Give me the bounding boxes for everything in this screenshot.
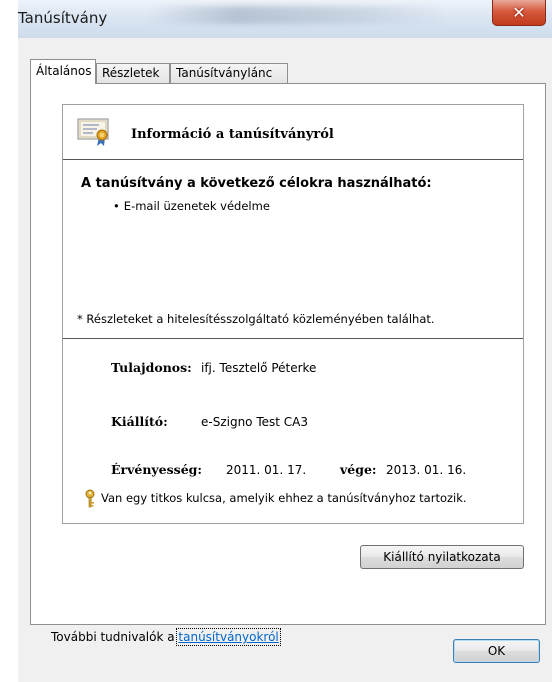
valid-from-value: 2011. 01. 17. (226, 463, 307, 477)
window-title: Tanúsítvány (18, 9, 108, 27)
title-bar-blur (148, 6, 448, 24)
tab-details[interactable]: Részletek (96, 63, 170, 83)
purpose-item: • E-mail üzenetek védelme (113, 199, 270, 213)
ok-button-label: OK (487, 644, 506, 658)
issuer-statement-button[interactable]: Kiállító nyilatkozata (360, 545, 524, 569)
owner-value: ifj. Tesztelő Péterke (201, 361, 317, 375)
certificates-info-link[interactable]: tanúsítványokról (176, 628, 281, 646)
close-button[interactable]: ✕ (492, 0, 546, 26)
validity-label: Érvényesség: (111, 462, 203, 477)
valid-to-label: vége: (340, 462, 377, 477)
divider (63, 338, 523, 339)
certificate-info-box: Információ a tanúsítványról A tanúsítván… (62, 104, 524, 524)
tab-certification-path-label: Tanúsítványlánc (176, 66, 273, 80)
more-info-line: További tudnivalók a tanúsítványokról (51, 628, 281, 646)
issuer-statement-button-label: Kiállító nyilatkozata (383, 550, 501, 564)
issuer-label: Kiállító: (111, 414, 168, 429)
tab-general-label: Általános (36, 64, 92, 78)
info-header: Információ a tanúsítványról (63, 105, 523, 160)
more-info-prefix: További tudnivalók a (51, 630, 179, 644)
general-tab-panel: Információ a tanúsítványról A tanúsítván… (30, 83, 546, 646)
certificate-icon (77, 118, 109, 146)
purpose-heading: A tanúsítvány a következő célokra haszná… (81, 176, 432, 191)
tab-general[interactable]: Általános (30, 59, 96, 84)
private-key-note: Van egy titkos kulcsa, amelyik ehhez a t… (101, 491, 467, 505)
tab-details-label: Részletek (102, 66, 160, 80)
tab-certification-path[interactable]: Tanúsítványlánc (170, 63, 288, 83)
certificate-dialog: Tanúsítvány ✕ Általános Részletek Tanúsí… (18, 0, 552, 682)
owner-label: Tulajdonos: (111, 360, 192, 375)
issuer-statement-note: * Részleteket a hitelesítésszolgáltató k… (77, 312, 435, 326)
ok-button[interactable]: OK (453, 639, 540, 663)
close-icon: ✕ (512, 3, 526, 22)
valid-to-value: 2013. 01. 16. (386, 463, 467, 477)
purpose-item-label: E-mail üzenetek védelme (123, 199, 270, 213)
issuer-value: e-Szigno Test CA3 (201, 415, 309, 429)
info-title: Információ a tanúsítványról (131, 127, 334, 142)
key-icon (85, 489, 95, 508)
dialog-client-area: Általános Részletek Tanúsítványlánc Info… (18, 38, 552, 682)
title-bar[interactable]: Tanúsítvány ✕ (18, 0, 552, 38)
